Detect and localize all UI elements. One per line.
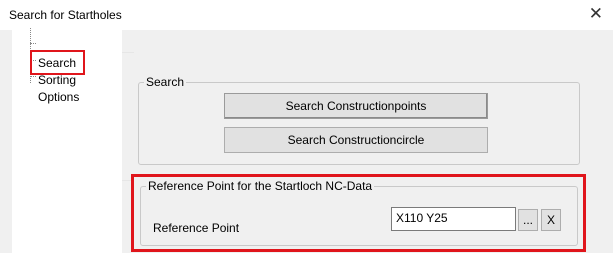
tree-item-sorting[interactable]: Sorting — [38, 73, 76, 87]
search-group-label: Search — [144, 75, 187, 89]
close-icon[interactable]: ✕ — [589, 4, 603, 24]
reference-point-input[interactable]: X110 Y25 — [391, 207, 516, 231]
reference-point-label: Reference Point — [153, 221, 240, 235]
tree-connector — [30, 76, 36, 77]
tree-selection-highlight — [30, 50, 85, 75]
clear-button[interactable]: X — [541, 209, 561, 231]
tree-connector — [30, 43, 36, 44]
panel-divider — [122, 52, 134, 53]
tree-item-options[interactable]: Options — [38, 90, 79, 104]
browse-button[interactable]: ... — [518, 209, 538, 231]
search-constructionpoints-button[interactable]: Search Constructionpoints — [224, 93, 488, 119]
search-constructioncircle-button[interactable]: Search Constructioncircle — [224, 127, 488, 153]
